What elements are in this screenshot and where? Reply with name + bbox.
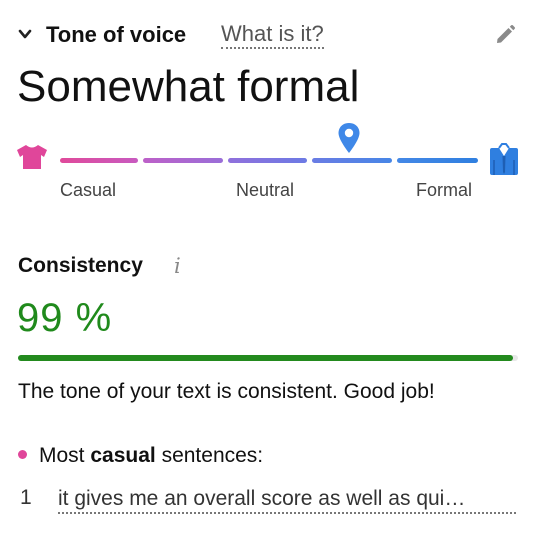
scale-label-casual: Casual — [60, 180, 117, 200]
scale-label-neutral: Neutral — [236, 180, 295, 200]
scale-label-formal: Formal — [416, 180, 473, 200]
heading-prefix: Most — [39, 444, 91, 467]
scale-segment-5 — [397, 158, 478, 163]
tone-value: Somewhat formal — [17, 62, 360, 111]
consistency-message: The tone of your text is consistent. Goo… — [18, 380, 435, 403]
list-item-number: 1 — [20, 486, 32, 509]
what-is-it-link[interactable]: What is it? — [221, 21, 324, 49]
scale-segment-1 — [60, 158, 138, 163]
tone-header: Tone of voice What is it? — [14, 18, 520, 52]
pencil-icon[interactable] — [494, 24, 516, 46]
list-item[interactable]: 1 it gives me an overall score as well a… — [18, 486, 518, 516]
section-title: Tone of voice — [46, 22, 187, 47]
tone-scale: Casual Neutral Formal — [16, 122, 522, 202]
scale-segment-3 — [228, 158, 307, 163]
chevron-down-icon[interactable] — [18, 27, 32, 41]
list-item-text[interactable]: it gives me an overall score as well as … — [58, 486, 516, 514]
consistency-title: Consistency — [18, 254, 143, 277]
map-pin-icon[interactable] — [337, 122, 361, 154]
consistency-progress-bar — [18, 355, 518, 361]
heading-suffix: sentences: — [155, 444, 264, 467]
scale-segment-4 — [312, 158, 392, 163]
suit-icon — [490, 143, 518, 175]
scale-segment-2 — [143, 158, 223, 163]
t-shirt-icon — [17, 145, 47, 169]
heading-bold: casual — [90, 444, 156, 467]
casual-sentences-heading: Most casual sentences: — [18, 444, 263, 468]
bullet-icon — [18, 450, 27, 460]
consistency-value: 99 % — [17, 296, 113, 340]
info-icon[interactable]: i — [174, 254, 188, 278]
consistency-progress-fill — [18, 355, 513, 361]
